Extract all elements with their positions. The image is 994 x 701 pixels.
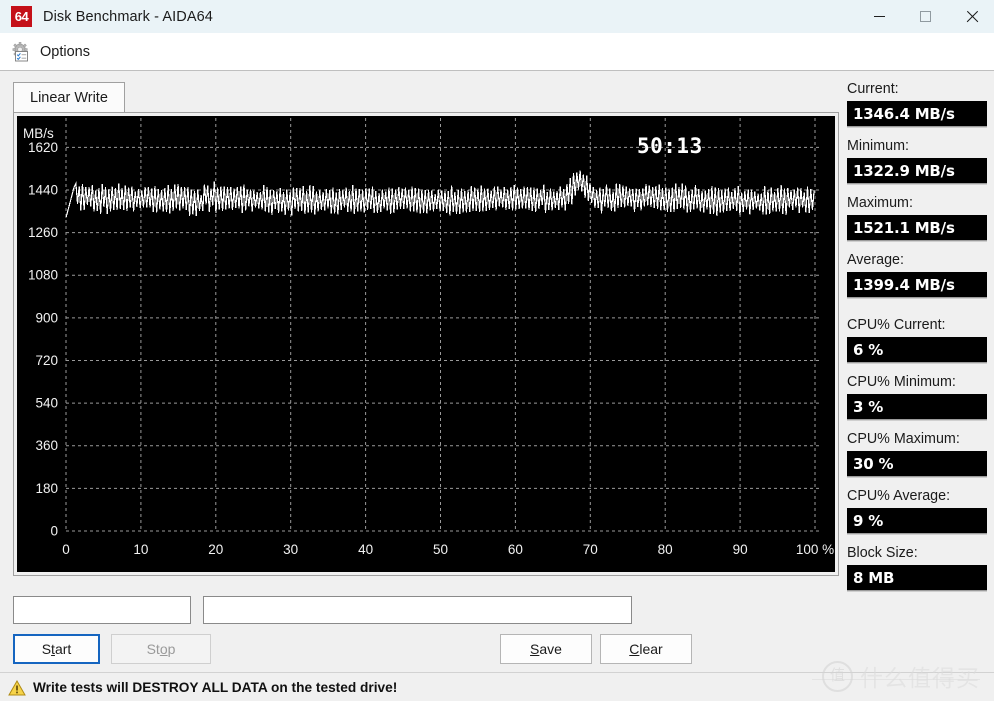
tab-linear-write[interactable]: Linear Write	[13, 82, 125, 113]
stat-label: Minimum:	[847, 138, 909, 154]
stat-value: 6 %	[847, 337, 987, 363]
disk-benchmark-window: 64 Disk Benchmark - AIDA64 Options Linea…	[0, 0, 994, 701]
y-axis-tick-label: 180	[35, 481, 58, 496]
maximize-button[interactable]	[902, 0, 948, 33]
watermark-rule	[812, 679, 980, 680]
window-title: Disk Benchmark - AIDA64	[43, 8, 213, 25]
x-axis-tick-label: 60	[508, 542, 523, 557]
warning-triangle-icon	[8, 679, 26, 696]
chevron-down-icon	[173, 607, 181, 615]
elapsed-timer: 50:13	[637, 134, 703, 158]
test-mode-dropdown[interactable]: Linear Write	[13, 596, 191, 624]
graph-svg: MB/s 0 180 360 540 720 900 1080 1260 1440 1620 0 10 2…	[23, 118, 834, 557]
y-axis-unit-label: MB/s	[23, 126, 54, 141]
start-button[interactable]: Start	[13, 634, 100, 664]
x-axis-tick-label: 20	[208, 542, 223, 557]
start-button-label: Start	[41, 641, 72, 657]
tab-strip: Linear Write	[0, 71, 994, 113]
warning-message: Write tests will DESTROY ALL DATA on the…	[33, 680, 398, 695]
stat-label: Current:	[847, 81, 899, 97]
stop-button[interactable]: Stop	[111, 634, 211, 664]
y-axis-tick-label: 360	[35, 438, 58, 453]
stat-block: Current: 1346.4 MB/s	[847, 80, 987, 127]
x-axis-tick-label: 70	[583, 542, 598, 557]
write-speed-trace	[65, 170, 815, 218]
y-axis-tick-label: 1080	[28, 268, 58, 283]
x-axis-tick-label: 100 %	[796, 542, 834, 557]
stat-value: 3 %	[847, 394, 987, 420]
menu-item-options[interactable]: Options	[0, 33, 99, 70]
minimize-button[interactable]	[856, 0, 902, 33]
minimize-icon	[873, 16, 885, 17]
y-axis-tick-label: 0	[50, 524, 58, 539]
y-axis-tick-label: 1620	[28, 140, 58, 155]
x-axis-tick-label: 10	[133, 542, 148, 557]
close-icon	[965, 10, 978, 23]
stat-block: CPU% Current: 6 %	[847, 316, 987, 363]
x-axis-tick-label: 0	[62, 542, 70, 557]
y-axis-tick-label: 540	[35, 396, 58, 411]
stat-block: Block Size: 8 MB	[847, 544, 987, 591]
stat-block: Maximum: 1521.1 MB/s	[847, 194, 987, 241]
benchmark-graph: MB/s 0 180 360 540 720 900 1080 1260 1440 1620 0 10 2…	[17, 116, 835, 572]
close-button[interactable]	[948, 0, 994, 33]
y-axis-tick-label: 900	[35, 310, 58, 325]
stat-block: CPU% Minimum: 3 %	[847, 373, 987, 420]
drive-dropdown[interactable]: Disk Drive #5 [aigo P3] (953.9 GB)	[203, 596, 632, 624]
clear-button[interactable]: Clear	[600, 634, 692, 664]
stat-label: Maximum:	[847, 195, 913, 211]
stat-label: CPU% Average:	[847, 488, 951, 504]
stat-value: 1322.9 MB/s	[847, 158, 987, 184]
stat-value: 30 %	[847, 451, 987, 477]
stat-value: 1346.4 MB/s	[847, 101, 987, 127]
stat-block: CPU% Average: 9 %	[847, 487, 987, 534]
x-axis-tick-label: 40	[358, 542, 373, 557]
stat-label: CPU% Minimum:	[847, 374, 956, 390]
aida64-logo-icon: 64	[11, 6, 32, 27]
stat-label: Average:	[847, 252, 904, 268]
menu-item-options-label: Options	[40, 43, 90, 60]
menu-bar: Options	[0, 33, 994, 71]
y-axis-tick-label: 720	[35, 353, 58, 368]
stat-label: CPU% Current:	[847, 317, 946, 333]
stat-value: 9 %	[847, 508, 987, 534]
clear-button-label: Clear	[629, 641, 663, 657]
stat-block: Minimum: 1322.9 MB/s	[847, 137, 987, 184]
maximize-icon	[919, 11, 931, 22]
title-bar: 64 Disk Benchmark - AIDA64	[0, 0, 994, 34]
x-axis-tick-label: 30	[283, 542, 298, 557]
stat-value: 8 MB	[847, 565, 987, 591]
stats-panel: Current: 1346.4 MB/s Minimum: 1322.9 MB/s Ma…	[847, 80, 987, 601]
x-axis-tick-label: 50	[433, 542, 448, 557]
warning-bar: Write tests will DESTROY ALL DATA on the…	[0, 672, 994, 701]
x-axis-tick-label: 80	[658, 542, 673, 557]
action-button-row: Start Stop Save Clear	[13, 634, 831, 664]
stat-block: Average: 1399.4 MB/s	[847, 251, 987, 298]
stat-value: 1521.1 MB/s	[847, 215, 987, 241]
x-axis-tick-label: 90	[733, 542, 748, 557]
stop-button-label: Stop	[146, 641, 176, 657]
save-button[interactable]: Save	[500, 634, 592, 664]
stat-label: CPU% Maximum:	[847, 431, 960, 447]
y-axis-tick-label: 1260	[28, 225, 58, 240]
selector-row: Linear Write Disk Drive #5 [aigo P3] (95…	[13, 596, 831, 624]
stat-block: CPU% Maximum: 30 %	[847, 430, 987, 477]
stat-label: Block Size:	[847, 545, 918, 561]
chevron-down-icon	[614, 607, 622, 615]
y-axis-tick-label: 1440	[28, 182, 58, 197]
save-button-label: Save	[530, 641, 562, 657]
chart-panel: MB/s 0 180 360 540 720 900 1080 1260 1440 1620 0 10 2…	[13, 112, 839, 576]
stat-value: 1399.4 MB/s	[847, 272, 987, 298]
window-controls	[856, 0, 994, 33]
gear-checklist-icon	[10, 41, 32, 63]
